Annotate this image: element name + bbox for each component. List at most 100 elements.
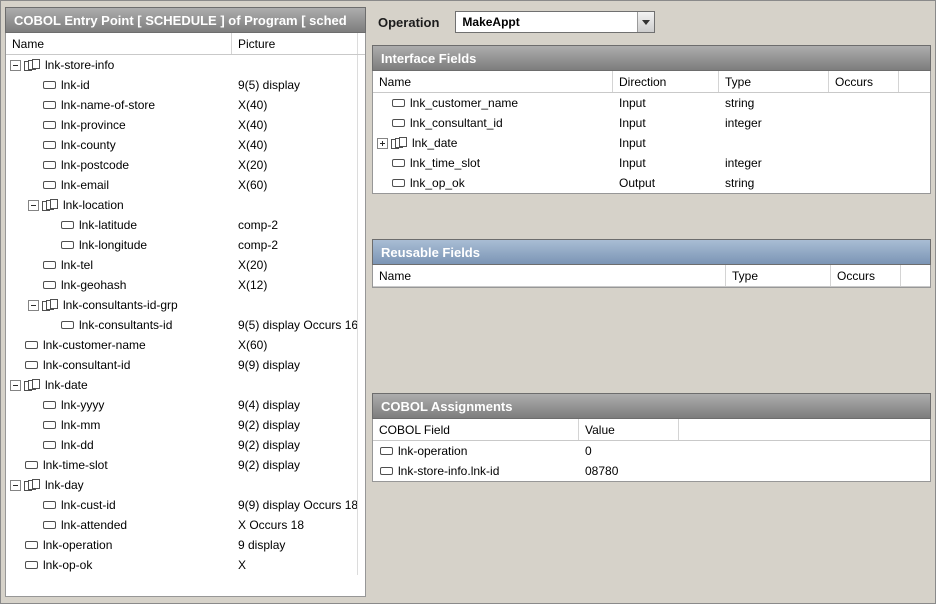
operation-dropdown-value: MakeAppt	[456, 15, 637, 29]
picture-cell	[232, 55, 358, 75]
tree-row[interactable]: lnk-operation9 display	[6, 535, 365, 555]
tree-row[interactable]: lnk-countyX(40)	[6, 135, 365, 155]
expander-minus-icon[interactable]	[28, 200, 39, 211]
expander-plus-icon[interactable]	[377, 138, 388, 149]
picture-cell: 9(9) display Occurs 18	[232, 495, 358, 515]
field-name-label: lnk_time_slot	[410, 156, 480, 170]
interface-field-row[interactable]: lnk_customer_nameInputstring	[373, 93, 930, 113]
field-icon	[380, 467, 393, 475]
tree-row[interactable]: lnk-geohashX(12)	[6, 275, 365, 295]
interface-fields-section: Interface Fields Name Direction Type Occ…	[372, 45, 931, 223]
tree-row[interactable]: lnk-yyyy9(4) display	[6, 395, 365, 415]
tree-row[interactable]: lnk-customer-name X(60)	[6, 335, 365, 355]
field-name-cell: lnk_op_ok	[373, 173, 613, 193]
tree-row[interactable]: lnk-date	[6, 375, 365, 395]
tree-row[interactable]: lnk-telX(20)	[6, 255, 365, 275]
direction-cell: Input	[613, 93, 719, 113]
cobol-entry-point-panel: COBOL Entry Point [ SCHEDULE ] of Progra…	[5, 7, 366, 597]
operation-detail-panel: Operation MakeAppt Interface Fields Name…	[372, 7, 931, 597]
tree-item-label: lnk-customer-name	[43, 338, 146, 352]
tree-item-label: lnk-operation	[43, 538, 112, 552]
column-header-picture[interactable]: Picture	[232, 33, 358, 54]
field-icon	[43, 441, 56, 449]
tree-row[interactable]: lnk-id9(5) display	[6, 75, 365, 95]
tree-row[interactable]: lnk-mm9(2) display	[6, 415, 365, 435]
tree-row[interactable]: lnk-name-of-store X(40)	[6, 95, 365, 115]
operation-dropdown[interactable]: MakeAppt	[455, 11, 655, 33]
column-header-name[interactable]: Name	[6, 33, 232, 54]
group-pages-icon	[391, 137, 409, 149]
tree-item-label: lnk-id	[61, 78, 90, 92]
column-header-type[interactable]: Type	[726, 265, 831, 286]
tree-row[interactable]: lnk-consultants-id-grp	[6, 295, 365, 315]
tree-name-cell: lnk-mm	[6, 415, 232, 435]
tree-name-cell: lnk-operation	[6, 535, 232, 555]
tree-row[interactable]: lnk-cust-id9(9) display Occurs 18	[6, 495, 365, 515]
tree-row[interactable]: lnk-dd9(2) display	[6, 435, 365, 455]
tree-row[interactable]: lnk-op-okX	[6, 555, 365, 575]
field-icon	[61, 321, 74, 329]
picture-cell: X(60)	[232, 335, 358, 355]
tree-row[interactable]: lnk-attendedX Occurs 18	[6, 515, 365, 535]
dropdown-button[interactable]	[637, 12, 654, 32]
assignment-row[interactable]: lnk-store-info.lnk-id08780	[373, 461, 930, 481]
tree-row[interactable]: lnk-postcodeX(20)	[6, 155, 365, 175]
occurs-cell	[829, 173, 899, 193]
tree-row[interactable]: lnk-consultant-id9(9) display	[6, 355, 365, 375]
expander-minus-icon[interactable]	[10, 380, 21, 391]
expander-slot	[28, 300, 42, 311]
interface-field-row[interactable]: lnk_time_slotInputinteger	[373, 153, 930, 173]
expander-minus-icon[interactable]	[10, 480, 21, 491]
occurs-cell	[829, 133, 899, 153]
column-header-name[interactable]: Name	[373, 265, 726, 286]
tree-name-cell: lnk-time-slot	[6, 455, 232, 475]
tree-row[interactable]: lnk-location	[6, 195, 365, 215]
expander-minus-icon[interactable]	[10, 60, 21, 71]
picture-cell: X Occurs 18	[232, 515, 358, 535]
field-icon	[43, 401, 56, 409]
type-cell: string	[719, 93, 829, 113]
tree-name-cell: lnk-day	[6, 475, 232, 495]
column-header-name[interactable]: Name	[373, 71, 613, 92]
tree-name-cell: lnk-op-ok	[6, 555, 232, 575]
tree-row[interactable]: lnk-time-slot9(2) display	[6, 455, 365, 475]
interface-field-row[interactable]: lnk_consultant_idInputinteger	[373, 113, 930, 133]
column-header-direction[interactable]: Direction	[613, 71, 719, 92]
tree-item-label: lnk-name-of-store	[61, 98, 155, 112]
assignment-row[interactable]: lnk-operation0	[373, 441, 930, 461]
expander-minus-icon[interactable]	[28, 300, 39, 311]
column-header-occurs[interactable]: Occurs	[829, 71, 899, 92]
tree-row[interactable]: lnk-consultants-id9(5) display Occurs 16	[6, 315, 365, 335]
tree-item-label: lnk-geohash	[61, 278, 126, 292]
tree-row[interactable]: lnk-day	[6, 475, 365, 495]
tree-name-cell: lnk-cust-id	[6, 495, 232, 515]
interface-fields-column-header: Name Direction Type Occurs	[373, 71, 930, 93]
interface-field-row[interactable]: lnk_dateInput	[373, 133, 930, 153]
tree-row[interactable]: lnk-latitudecomp-2	[6, 215, 365, 235]
interface-field-row[interactable]: lnk_op_okOutputstring	[373, 173, 930, 193]
tree-name-cell: lnk-id	[6, 75, 232, 95]
cobol-assignments-column-header: COBOL Field Value	[373, 419, 930, 441]
picture-cell: X(60)	[232, 175, 358, 195]
tree-row[interactable]: lnk-emailX(60)	[6, 175, 365, 195]
group-pages-icon	[24, 479, 42, 491]
tree-row[interactable]: lnk-store-info	[6, 55, 365, 75]
tree-item-label: lnk-mm	[61, 418, 100, 432]
field-name-label: lnk_date	[412, 136, 457, 150]
column-header-occurs[interactable]: Occurs	[831, 265, 901, 286]
tree-row[interactable]: lnk-provinceX(40)	[6, 115, 365, 135]
column-header-type[interactable]: Type	[719, 71, 829, 92]
tree-name-cell: lnk-date	[6, 375, 232, 395]
tree-row[interactable]: lnk-longitudecomp-2	[6, 235, 365, 255]
tree-name-cell: lnk-consultants-id	[6, 315, 232, 335]
cobol-field-label: lnk-operation	[398, 444, 467, 458]
group-pages-icon	[42, 299, 60, 311]
column-header-cobol-field[interactable]: COBOL Field	[373, 419, 579, 440]
tree-item-label: lnk-date	[45, 378, 88, 392]
column-header-value[interactable]: Value	[579, 419, 679, 440]
tree-name-cell: lnk-consultants-id-grp	[6, 295, 232, 315]
column-header-filler	[899, 71, 930, 92]
picture-cell: X(40)	[232, 95, 358, 115]
field-icon	[25, 561, 38, 569]
occurs-cell	[829, 113, 899, 133]
